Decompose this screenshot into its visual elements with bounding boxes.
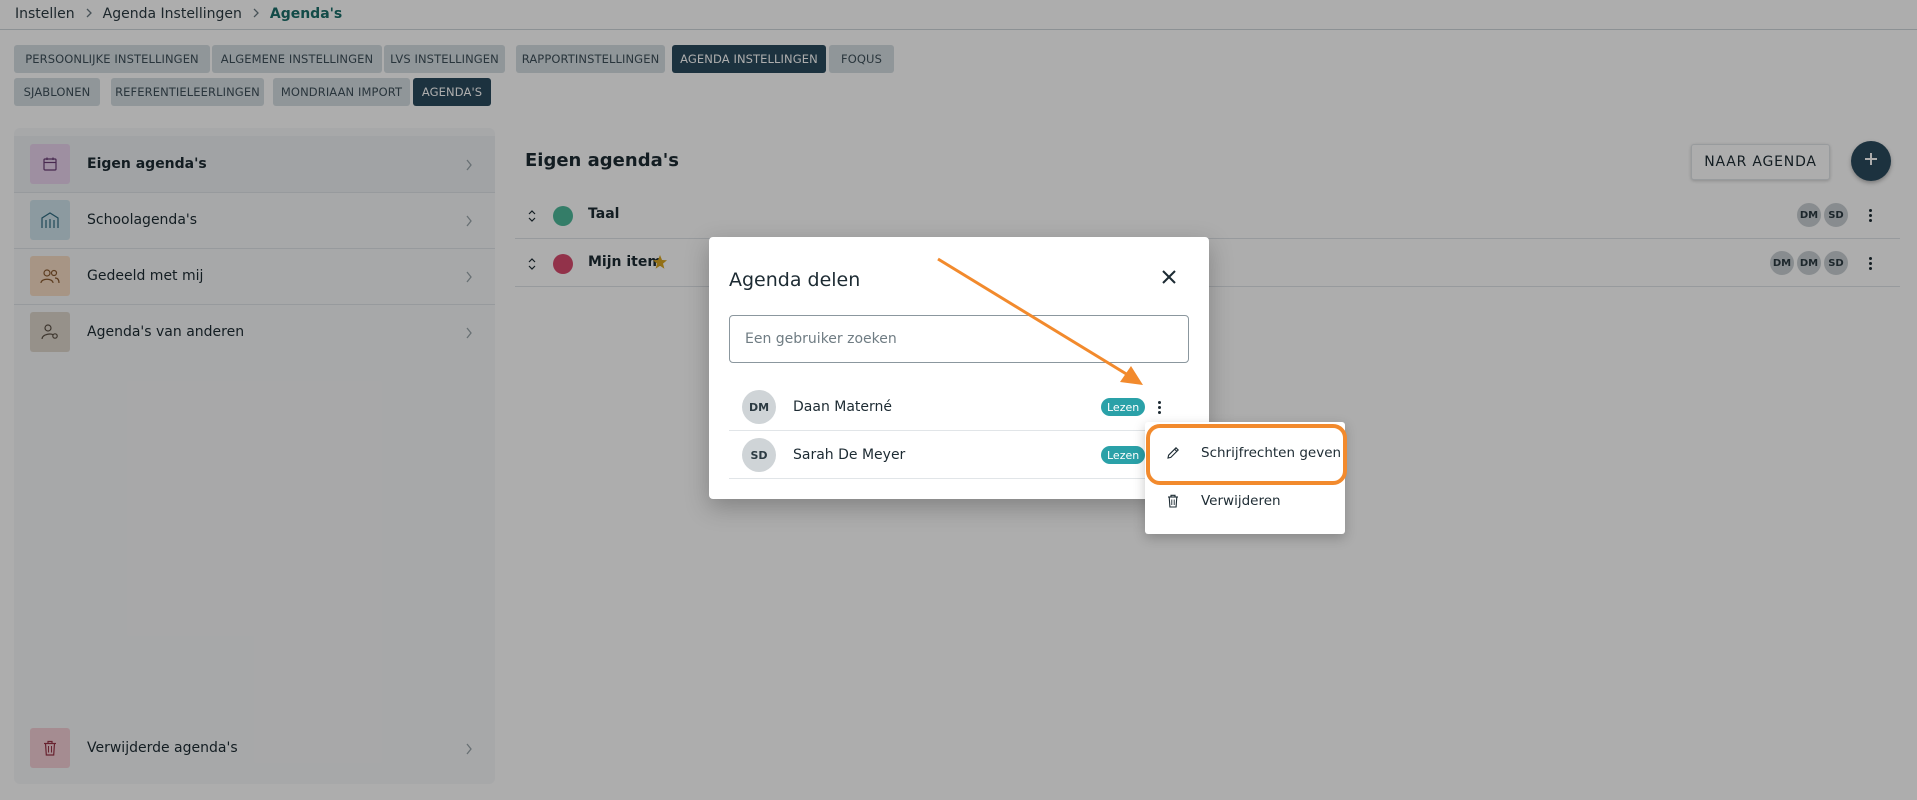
dialog-title: Agenda delen: [729, 269, 861, 291]
divider: [729, 478, 1169, 479]
role-badge: Lezen: [1101, 398, 1146, 416]
user-search-input[interactable]: [729, 315, 1189, 363]
list-item: DM Daan Materné Lezen: [729, 383, 1169, 431]
avatar: SD: [742, 438, 776, 472]
role-badge: Lezen: [1101, 446, 1146, 464]
share-agenda-dialog: Agenda delen DM Daan Materné Lezen SD Sa…: [709, 237, 1209, 499]
close-icon: [1161, 269, 1177, 289]
menu-item-label: Verwijderen: [1201, 493, 1281, 509]
user-name: Sarah De Meyer: [793, 447, 906, 463]
user-name: Daan Materné: [793, 399, 893, 415]
app-root: Instellen Agenda Instellingen Agenda's P…: [0, 0, 1917, 800]
more-options-icon[interactable]: [1149, 395, 1169, 419]
annotation-highlight: [1146, 424, 1347, 485]
avatar: DM: [742, 390, 776, 424]
list-item: SD Sarah De Meyer Lezen: [729, 431, 1169, 479]
close-button[interactable]: [1155, 265, 1183, 293]
trash-icon: [1165, 493, 1181, 509]
